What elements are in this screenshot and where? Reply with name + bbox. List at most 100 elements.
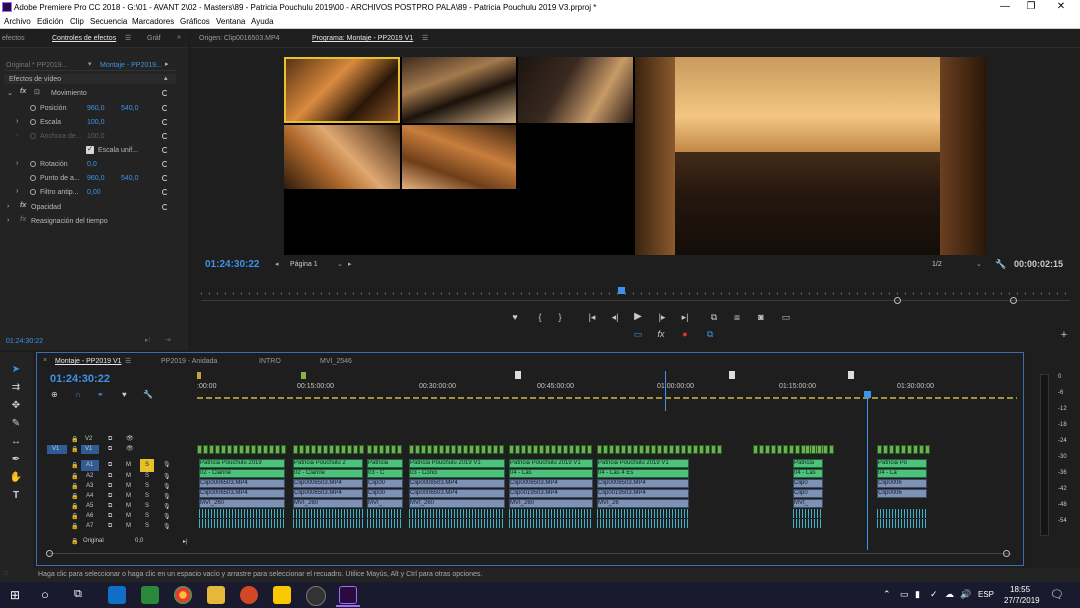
video-clip[interactable] <box>269 445 274 454</box>
audio-clip[interactable]: Clip00 <box>367 479 403 488</box>
panel-menu-icon[interactable]: ☰ <box>422 34 428 42</box>
language-indicator[interactable]: ESP <box>978 590 994 599</box>
video-clip[interactable] <box>823 445 828 454</box>
video-clip[interactable] <box>621 445 626 454</box>
video-clip[interactable] <box>527 445 532 454</box>
video-clip[interactable] <box>907 445 912 454</box>
multicam-angle-2[interactable] <box>402 57 516 123</box>
video-clip[interactable] <box>633 445 638 454</box>
pen-tool-icon[interactable]: ✒ <box>8 454 24 468</box>
audio-clip[interactable]: MVI_260 <box>509 499 593 508</box>
menu-ayuda[interactable]: Ayuda <box>251 17 274 26</box>
video-clip[interactable] <box>925 445 930 454</box>
lock-icon[interactable]: 🔒 <box>71 473 78 480</box>
maximize-button[interactable]: ❐ <box>1024 1 1038 13</box>
microphone-icon[interactable]: 🎙 <box>163 523 171 530</box>
video-clip[interactable] <box>227 445 232 454</box>
expand-arrow-icon[interactable]: › <box>7 217 9 224</box>
play-button[interactable]: ▶ <box>631 311 645 322</box>
audio-clip[interactable]: MVI_ <box>793 499 823 508</box>
play-only-icon[interactable]: ▸⁝ <box>145 336 151 344</box>
fx-badge-icon[interactable]: fx <box>20 202 26 209</box>
audio-clip[interactable]: Patricia <box>367 459 403 468</box>
lock-icon[interactable]: 🔒 <box>71 503 78 510</box>
video-clip[interactable] <box>415 445 420 454</box>
video-clip[interactable] <box>597 445 602 454</box>
menu-graficos[interactable]: Gráficos <box>180 17 210 26</box>
video-clip[interactable] <box>209 445 214 454</box>
reset-icon[interactable] <box>162 119 168 125</box>
system-tray-icon[interactable]: ▭ <box>900 589 909 600</box>
add-button-icon[interactable]: + <box>1057 329 1071 341</box>
audio-clip[interactable]: 03 - Conci <box>409 469 505 478</box>
video-clip[interactable] <box>233 445 238 454</box>
minimize-button[interactable]: — <box>998 1 1012 13</box>
video-clip[interactable] <box>521 445 526 454</box>
audio-waveform[interactable] <box>509 519 593 528</box>
video-clip[interactable] <box>323 445 328 454</box>
video-clip[interactable] <box>311 445 316 454</box>
program-timecode[interactable]: 01:24:30:22 <box>205 259 259 270</box>
expand-arrow-icon[interactable]: › <box>16 160 18 167</box>
sync-lock-icon[interactable]: ⧉ <box>108 523 112 530</box>
lock-icon[interactable]: 🔒 <box>71 523 78 530</box>
video-clip[interactable] <box>457 445 462 454</box>
video-clip[interactable] <box>699 445 704 454</box>
close-button[interactable]: ✕ <box>1054 1 1068 13</box>
menu-edicion[interactable]: Edición <box>37 17 63 26</box>
marker-icon[interactable] <box>515 371 521 379</box>
audio-clip[interactable]: Clip0006503.MP4 <box>199 489 285 498</box>
sequence-clip-label[interactable]: Montaje - PP2019... <box>100 62 162 69</box>
video-clip[interactable] <box>639 445 644 454</box>
audio-clip[interactable]: Patricia Pouchulu 2 <box>293 459 363 468</box>
reset-icon[interactable] <box>162 204 168 210</box>
effect-controls-timecode[interactable]: 01:24:30:22 <box>6 338 43 345</box>
track-a2-label[interactable]: A2 <box>86 473 93 479</box>
lock-icon[interactable]: 🔒 <box>71 483 78 490</box>
zoom-handle-left[interactable] <box>894 297 901 304</box>
video-clip[interactable] <box>575 445 580 454</box>
video-clip[interactable] <box>203 445 208 454</box>
app-icon[interactable] <box>141 586 159 604</box>
record-button[interactable]: ● <box>678 329 692 339</box>
audio-waveform[interactable] <box>509 509 593 518</box>
type-tool-icon[interactable]: T <box>8 490 24 504</box>
audio-clip[interactable]: Clip0008503.MP4 <box>409 479 505 488</box>
audio-clip[interactable]: MVI_260 <box>293 499 363 508</box>
video-clip[interactable] <box>391 445 396 454</box>
video-clip[interactable] <box>795 445 800 454</box>
video-clip[interactable] <box>681 445 686 454</box>
video-clip[interactable] <box>445 445 450 454</box>
panel-menu-icon[interactable]: ☰ <box>125 357 131 365</box>
notifications-icon[interactable]: 🗨 <box>1050 588 1064 601</box>
zoom-scrollbar[interactable] <box>201 300 1070 301</box>
sync-lock-icon[interactable]: ⧉ <box>108 436 112 443</box>
menu-archivo[interactable]: Archivo <box>4 17 31 26</box>
network-icon[interactable]: ✓ <box>930 589 938 600</box>
video-clip[interactable] <box>817 445 822 454</box>
export-frame-icon[interactable]: ◙ <box>754 312 768 322</box>
video-clip[interactable] <box>829 445 834 454</box>
go-to-out-icon[interactable]: ▸| <box>678 312 692 323</box>
video-clip[interactable] <box>539 445 544 454</box>
audio-clip[interactable]: Patricia <box>793 459 823 468</box>
video-clip[interactable] <box>693 445 698 454</box>
multicam-angle-4[interactable] <box>284 125 400 189</box>
previous-page-icon[interactable]: ◂ <box>275 260 279 268</box>
edge-icon[interactable] <box>108 586 126 604</box>
marker-icon[interactable] <box>197 372 201 379</box>
reset-icon[interactable] <box>162 175 168 181</box>
audio-waveform[interactable] <box>367 509 403 518</box>
video-clip[interactable] <box>293 445 298 454</box>
lock-icon[interactable]: 🔒 <box>71 446 78 453</box>
reset-icon[interactable] <box>162 105 168 111</box>
tab-efectos[interactable]: efectos <box>2 35 25 42</box>
video-clip[interactable] <box>765 445 770 454</box>
audio-clip[interactable]: Clip0006503.MP4 <box>293 489 363 498</box>
video-clip[interactable] <box>359 445 364 454</box>
page-selector[interactable]: Página 1 <box>290 261 318 268</box>
zoom-handle-right[interactable] <box>1010 297 1017 304</box>
multicam-angle-5[interactable] <box>402 125 516 189</box>
audio-clip[interactable]: Patricia Pouchulu 2019 V1 <box>509 459 593 468</box>
cloud-icon[interactable]: ☁ <box>945 589 954 600</box>
